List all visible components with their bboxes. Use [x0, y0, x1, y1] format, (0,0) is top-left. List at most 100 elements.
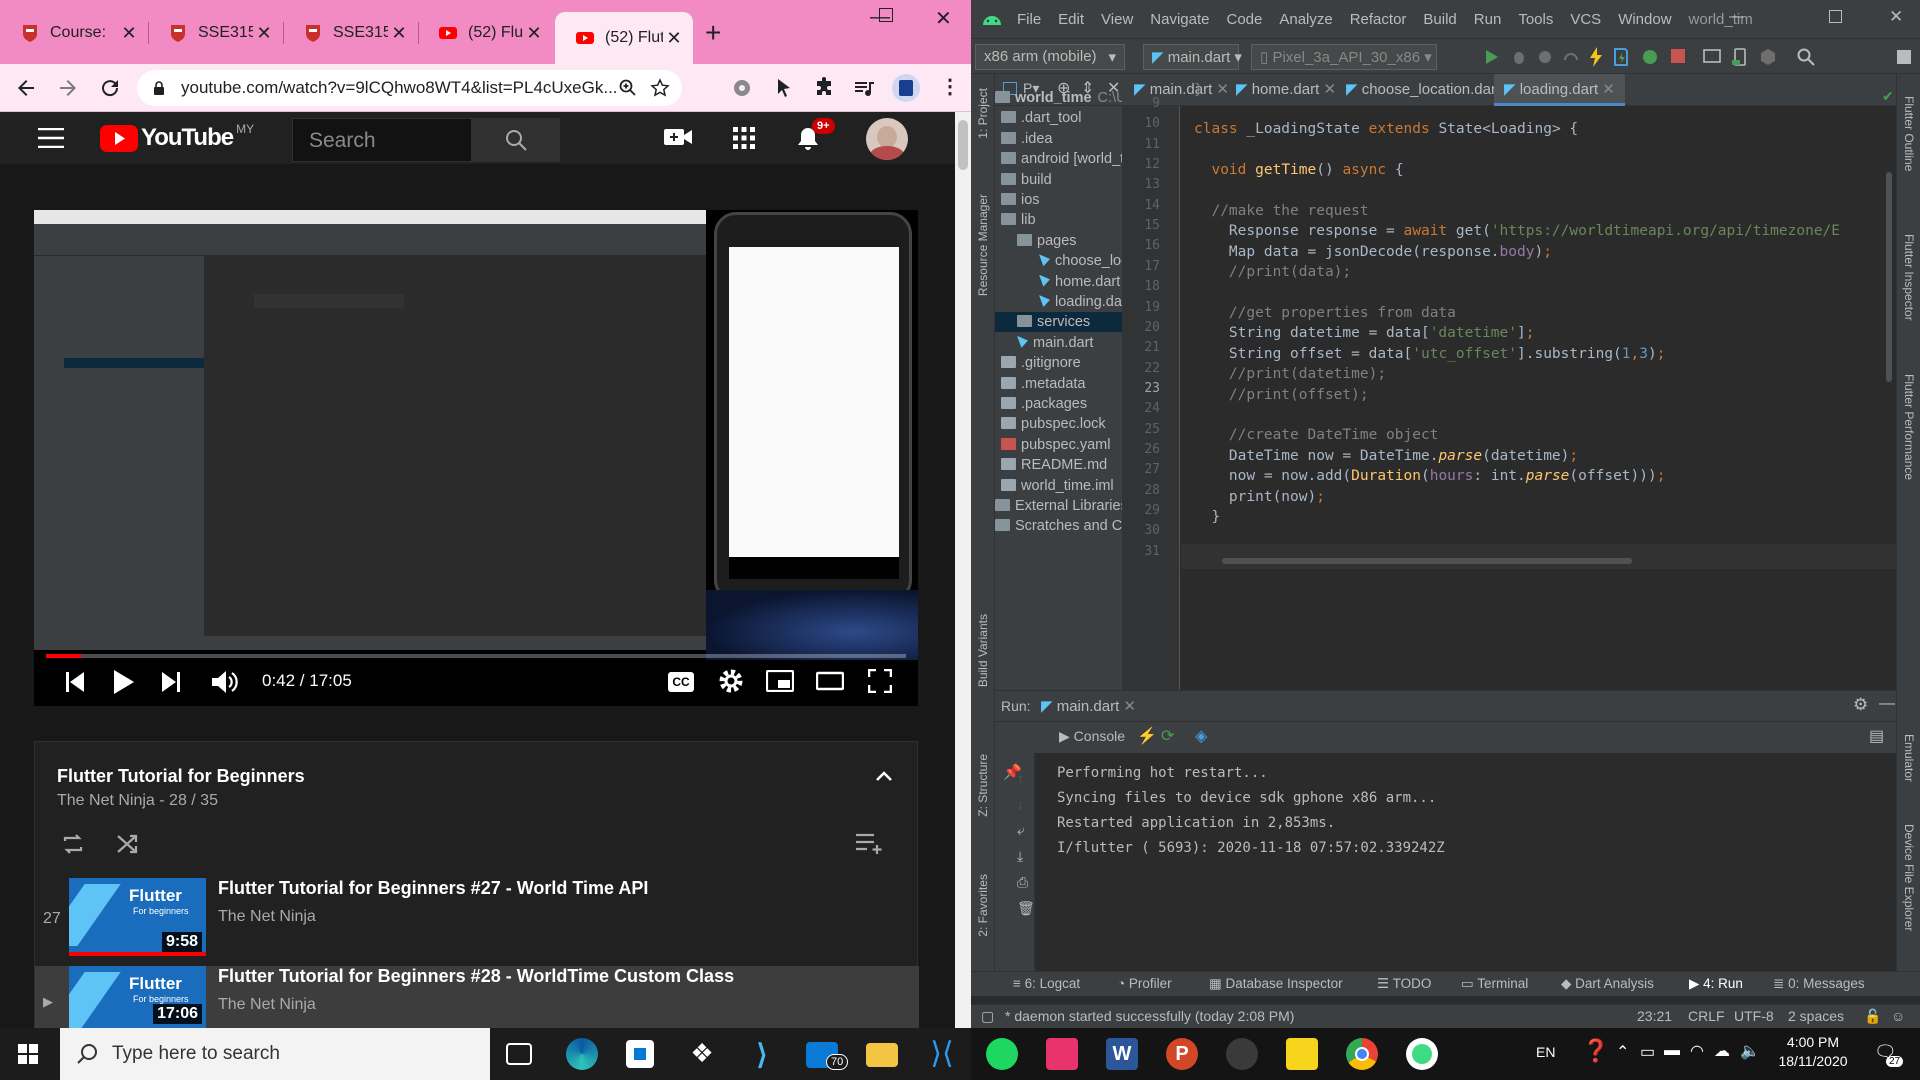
stop-icon[interactable]	[1671, 49, 1685, 63]
emulator-tab[interactable]: Emulator	[1902, 734, 1916, 782]
menu-edit[interactable]: Edit	[1058, 11, 1084, 28]
menu-view[interactable]: View	[1101, 11, 1133, 28]
lock-icon[interactable]: 🔓	[1864, 1008, 1881, 1025]
tree-item[interactable]: ios	[1001, 190, 1122, 210]
profile-avatar[interactable]	[892, 74, 920, 102]
app-icon[interactable]	[1226, 1038, 1258, 1070]
edge-icon[interactable]	[566, 1038, 598, 1070]
todo-tab[interactable]: ☰ TODO	[1377, 976, 1431, 992]
run-icon[interactable]	[1485, 49, 1499, 65]
line-separator[interactable]: CRLF	[1688, 1008, 1725, 1024]
tree-item-selected[interactable]: services	[995, 312, 1122, 333]
up-arrow-icon[interactable]: ↑	[1017, 765, 1057, 791]
profile-run-icon[interactable]	[1537, 48, 1553, 66]
sync-icon[interactable]	[1641, 47, 1659, 67]
loop-icon[interactable]	[61, 832, 85, 856]
tree-item[interactable]: home.dart	[1039, 272, 1122, 292]
tree-item[interactable]: loading.dar	[1039, 292, 1122, 312]
back-icon[interactable]	[14, 76, 38, 100]
run-config-tab[interactable]: ◤ main.dart ✕	[1041, 697, 1136, 715]
status-message[interactable]: * daemon started successfully (today 2:0…	[1005, 1008, 1294, 1024]
close-tab-icon[interactable]: ✕	[388, 23, 410, 44]
menu-run[interactable]: Run	[1474, 11, 1502, 28]
build-variants-tab[interactable]: Build Variants	[976, 614, 990, 687]
extensions-puzzle-icon[interactable]	[812, 76, 836, 100]
maximize-button[interactable]	[879, 8, 893, 22]
chevron-up-icon[interactable]: ⌃	[1616, 1042, 1629, 1062]
status-toggle-icon[interactable]: ▢	[981, 1008, 994, 1025]
tree-item[interactable]: lib	[1001, 210, 1122, 230]
tree-item[interactable]: Scratches and Console	[995, 516, 1122, 536]
tree-item[interactable]: .metadata	[1001, 374, 1122, 394]
debug-icon[interactable]	[1511, 48, 1527, 66]
print-icon[interactable]: ⎙	[1017, 869, 1057, 895]
flutter-inspector-tab[interactable]: Flutter Inspector	[1902, 234, 1916, 321]
dart-analysis-tab[interactable]: ◆ Dart Analysis	[1561, 976, 1654, 992]
emulator-selector[interactable]: ▯ Pixel_3a_API_30_x86 ▾	[1251, 44, 1437, 70]
fullscreen-icon[interactable]	[868, 669, 892, 693]
tree-item[interactable]: main.dart	[1017, 333, 1122, 353]
menu-code[interactable]: Code	[1226, 11, 1262, 28]
settings-gear-icon[interactable]: ⚙	[1853, 695, 1868, 715]
wifi-icon[interactable]: ◠	[1690, 1041, 1704, 1061]
tree-item[interactable]: android [world_ti	[1001, 149, 1122, 169]
console-tab[interactable]: ▶ Console	[1059, 728, 1125, 745]
tree-item[interactable]: pages	[1017, 231, 1122, 251]
tree-item[interactable]: pubspec.lock	[1001, 414, 1122, 434]
device-icon[interactable]: ▭	[1640, 1042, 1655, 1062]
shuffle-icon[interactable]	[115, 832, 139, 856]
menu-tools[interactable]: Tools	[1518, 11, 1553, 28]
apply-changes-icon[interactable]	[1613, 47, 1629, 67]
close-tab-icon[interactable]: ✕	[253, 23, 275, 44]
tree-item[interactable]: .idea	[1001, 129, 1122, 149]
windows-start-icon[interactable]	[18, 1044, 38, 1064]
terminal-tab[interactable]: ▭ Terminal	[1461, 976, 1528, 992]
forward-icon[interactable]	[56, 76, 80, 100]
memory-icon[interactable]: ☺	[1891, 1008, 1905, 1024]
search-button[interactable]	[472, 118, 560, 162]
miniplayer-icon[interactable]	[766, 670, 794, 692]
kebab-menu-icon[interactable]: ⋮	[940, 74, 960, 99]
tree-item[interactable]: choose_loca	[1039, 251, 1122, 271]
playlist-item-current[interactable]: ▶ Flutter For beginners 17:06 Flutter Tu…	[35, 966, 919, 1028]
tree-item[interactable]: build	[1001, 170, 1122, 190]
video-title[interactable]: Flutter Tutorial for Beginners #28 - Wor…	[218, 966, 734, 987]
close-window-button[interactable]: ✕	[1889, 7, 1903, 27]
settings-gear-icon[interactable]	[718, 668, 744, 694]
tree-item[interactable]: pubspec.yaml	[1001, 435, 1122, 455]
menu-refactor[interactable]: Refactor	[1350, 11, 1407, 28]
menu-vcs[interactable]: VCS	[1570, 11, 1601, 28]
spotify-icon[interactable]	[986, 1038, 1018, 1070]
project-tool-tab[interactable]: 1: Project	[976, 88, 990, 139]
playlist-title[interactable]: Flutter Tutorial for Beginners	[57, 766, 305, 787]
save-playlist-icon[interactable]	[855, 832, 885, 854]
tree-item[interactable]: world_time C:\Users\	[995, 88, 1122, 108]
run-tab[interactable]: ▶ 4: Run	[1689, 976, 1743, 992]
chrome-icon[interactable]	[1346, 1038, 1378, 1070]
tree-item[interactable]: .dart_tool	[1001, 108, 1122, 128]
power-automate-icon[interactable]: ⟩	[746, 1038, 778, 1070]
sdk-manager-icon[interactable]	[1759, 48, 1777, 66]
search-icon[interactable]	[1797, 48, 1815, 66]
device-file-explorer-tab[interactable]: Device File Explorer	[1902, 824, 1916, 931]
structure-tab[interactable]: Z: Structure	[976, 754, 990, 817]
language-indicator[interactable]: EN	[1536, 1044, 1555, 1060]
play-icon[interactable]	[112, 668, 136, 696]
run-config-selector[interactable]: ◤ main.dart ▾	[1143, 44, 1242, 70]
powerpoint-icon[interactable]: P	[1166, 1038, 1198, 1070]
user-icon[interactable]	[1895, 48, 1913, 66]
page-scrollbar[interactable]	[955, 112, 971, 1028]
menu-build[interactable]: Build	[1423, 11, 1456, 28]
reload-icon[interactable]	[98, 76, 122, 100]
resource-manager-tab[interactable]: Resource Manager	[976, 194, 990, 296]
file-explorer-icon[interactable]	[866, 1043, 898, 1067]
word-icon[interactable]: W	[1106, 1038, 1138, 1070]
previous-icon[interactable]	[64, 670, 86, 694]
video-player[interactable]: 0:42 / 17:05 CC	[34, 210, 918, 706]
clock[interactable]: 4:00 PM 18/11/2020	[1770, 1034, 1856, 1069]
down-arrow-icon[interactable]: ↓	[1017, 791, 1057, 817]
favorites-tab[interactable]: 2: Favorites	[976, 874, 990, 937]
scroll-to-end-icon[interactable]: ⤓	[1017, 843, 1057, 869]
layout-icon[interactable]: ▤	[1869, 726, 1884, 746]
help-icon[interactable]: ❓	[1582, 1038, 1609, 1064]
